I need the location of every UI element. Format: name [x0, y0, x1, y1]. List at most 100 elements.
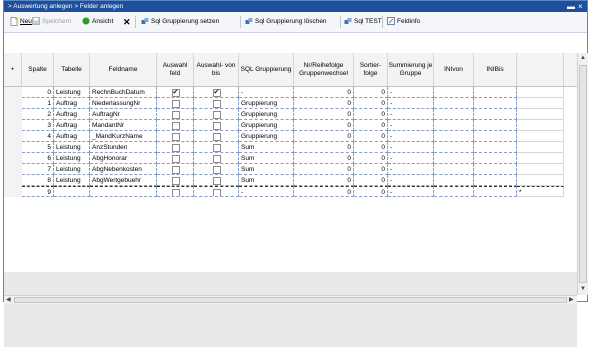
cell-auswahl[interactable]: [157, 175, 194, 186]
row-indicator[interactable]: [4, 164, 22, 175]
table-row[interactable]: 8 Leistung AbgWertgebuehr Sum 0 0-: [4, 175, 564, 186]
cell-inivon[interactable]: [434, 120, 474, 131]
checkbox[interactable]: [171, 87, 180, 97]
cell-spalte[interactable]: 0: [22, 87, 54, 98]
scroll-down-icon[interactable]: ▼: [580, 286, 586, 292]
cell-spalte[interactable]: 9: [22, 186, 54, 197]
checkbox[interactable]: [212, 133, 221, 141]
table-row[interactable]: 7 Leistung AbgNebenkosten Sum 0 0-: [4, 164, 564, 175]
cell-inivon[interactable]: [434, 98, 474, 109]
cell-summierung[interactable]: -: [388, 175, 434, 186]
cell-summierung[interactable]: -: [388, 98, 434, 109]
cell-tabelle[interactable]: Auftrag: [54, 120, 90, 131]
column-header-nr-reihefolge[interactable]: Nr/Reihefolge Gruppenwechsel: [294, 53, 354, 86]
cell-tabelle[interactable]: [54, 186, 90, 197]
cell-tabelle[interactable]: Auftrag: [54, 131, 90, 142]
cell-auswahl[interactable]: [157, 164, 194, 175]
row-indicator[interactable]: [4, 186, 22, 197]
cell-sql-gruppierung[interactable]: Sum: [239, 142, 294, 153]
cell-summierung[interactable]: -: [388, 153, 434, 164]
column-header-spalte[interactable]: Spalte: [22, 53, 54, 86]
scroll-up-icon[interactable]: ▲: [580, 55, 586, 61]
row-indicator[interactable]: [4, 109, 22, 120]
cell-inivon[interactable]: [434, 186, 474, 197]
column-header-feldname[interactable]: Feldname: [90, 53, 157, 86]
table-row[interactable]: 4 Auftrag _MandKurzName Gruppierung 0 0-: [4, 131, 564, 142]
cell-inivon[interactable]: [434, 87, 474, 98]
cell-summierung[interactable]: -: [388, 186, 434, 197]
cell-nr-reihefolge[interactable]: 0: [294, 87, 354, 98]
cell-auswahl-bis[interactable]: [194, 131, 239, 142]
row-indicator[interactable]: [4, 87, 22, 98]
cell-summierung[interactable]: -: [388, 109, 434, 120]
cell-auswahl[interactable]: [157, 186, 194, 197]
cell-tabelle[interactable]: Auftrag: [54, 98, 90, 109]
cell-auswahl-bis[interactable]: [194, 153, 239, 164]
column-header-inibis[interactable]: INIBis: [474, 53, 517, 86]
cell-feldname[interactable]: AbgWertgebuehr: [90, 175, 157, 186]
cell-tabelle[interactable]: Leistung: [54, 87, 90, 98]
cell-auswahl-bis[interactable]: [194, 109, 239, 120]
cell-inibis[interactable]: [474, 87, 517, 98]
checkbox[interactable]: [171, 155, 180, 163]
cell-inibis[interactable]: [474, 98, 517, 109]
cell-sql-gruppierung[interactable]: Gruppierung: [239, 120, 294, 131]
cell-nr-reihefolge[interactable]: 0: [294, 153, 354, 164]
checkbox[interactable]: [171, 133, 180, 141]
checkbox[interactable]: [171, 144, 180, 152]
cell-tabelle[interactable]: Auftrag: [54, 109, 90, 120]
cell-sortierfolge[interactable]: 0: [354, 142, 388, 153]
cell-sql-gruppierung[interactable]: -: [239, 186, 294, 197]
cell-extra[interactable]: *: [517, 186, 564, 197]
cell-inivon[interactable]: [434, 109, 474, 120]
cell-inivon[interactable]: [434, 175, 474, 186]
cell-spalte[interactable]: 6: [22, 153, 54, 164]
cell-spalte[interactable]: 3: [22, 120, 54, 131]
cell-nr-reihefolge[interactable]: 0: [294, 164, 354, 175]
cell-tabelle[interactable]: Leistung: [54, 175, 90, 186]
cell-sql-gruppierung[interactable]: Sum: [239, 175, 294, 186]
column-header-auswahl-bis[interactable]: Auswahl- von bis: [194, 53, 239, 86]
cell-extra[interactable]: [517, 131, 564, 142]
cell-extra[interactable]: [517, 87, 564, 98]
cell-extra[interactable]: [517, 153, 564, 164]
cell-extra[interactable]: [517, 164, 564, 175]
cell-inibis[interactable]: [474, 131, 517, 142]
close-icon[interactable]: ×: [578, 1, 583, 12]
checkbox[interactable]: [171, 122, 180, 130]
cell-auswahl[interactable]: [157, 98, 194, 109]
checkbox[interactable]: [212, 87, 221, 97]
cell-nr-reihefolge[interactable]: 0: [294, 120, 354, 131]
cell-nr-reihefolge[interactable]: 0: [294, 109, 354, 120]
cell-inibis[interactable]: [474, 120, 517, 131]
vertical-scroll-thumb[interactable]: [579, 65, 587, 283]
cell-spalte[interactable]: 5: [22, 142, 54, 153]
cell-inibis[interactable]: [474, 175, 517, 186]
cell-inivon[interactable]: [434, 164, 474, 175]
cell-extra[interactable]: [517, 120, 564, 131]
cell-nr-reihefolge[interactable]: 0: [294, 142, 354, 153]
cell-auswahl-bis[interactable]: [194, 164, 239, 175]
cell-inivon[interactable]: [434, 131, 474, 142]
cell-feldname[interactable]: NiederlassungNr: [90, 98, 157, 109]
view-button[interactable]: Ansicht: [82, 12, 113, 32]
cell-inibis[interactable]: [474, 186, 517, 197]
cell-extra[interactable]: [517, 109, 564, 120]
sql-set-grouping-button[interactable]: Sql Gruppierung setzen: [141, 12, 219, 32]
cell-spalte[interactable]: 2: [22, 109, 54, 120]
column-header-tabelle[interactable]: Tabelle: [54, 53, 90, 86]
checkbox[interactable]: [212, 155, 221, 163]
cell-extra[interactable]: [517, 175, 564, 186]
column-header-inivon[interactable]: INIvon: [434, 53, 474, 86]
cell-sortierfolge[interactable]: 0: [354, 153, 388, 164]
cell-sortierfolge[interactable]: 0: [354, 175, 388, 186]
cell-feldname[interactable]: RechnBuchDatum: [90, 87, 157, 98]
table-row[interactable]: 3 Auftrag MandantNr Gruppierung 0 0-: [4, 120, 564, 131]
cell-feldname[interactable]: AuftragNr: [90, 109, 157, 120]
cell-auswahl-bis[interactable]: [194, 98, 239, 109]
cell-inibis[interactable]: [474, 109, 517, 120]
checkbox[interactable]: [171, 100, 180, 108]
delete-button[interactable]: ✕: [123, 12, 131, 32]
cell-sql-gruppierung[interactable]: Gruppierung: [239, 98, 294, 109]
cell-spalte[interactable]: 1: [22, 98, 54, 109]
